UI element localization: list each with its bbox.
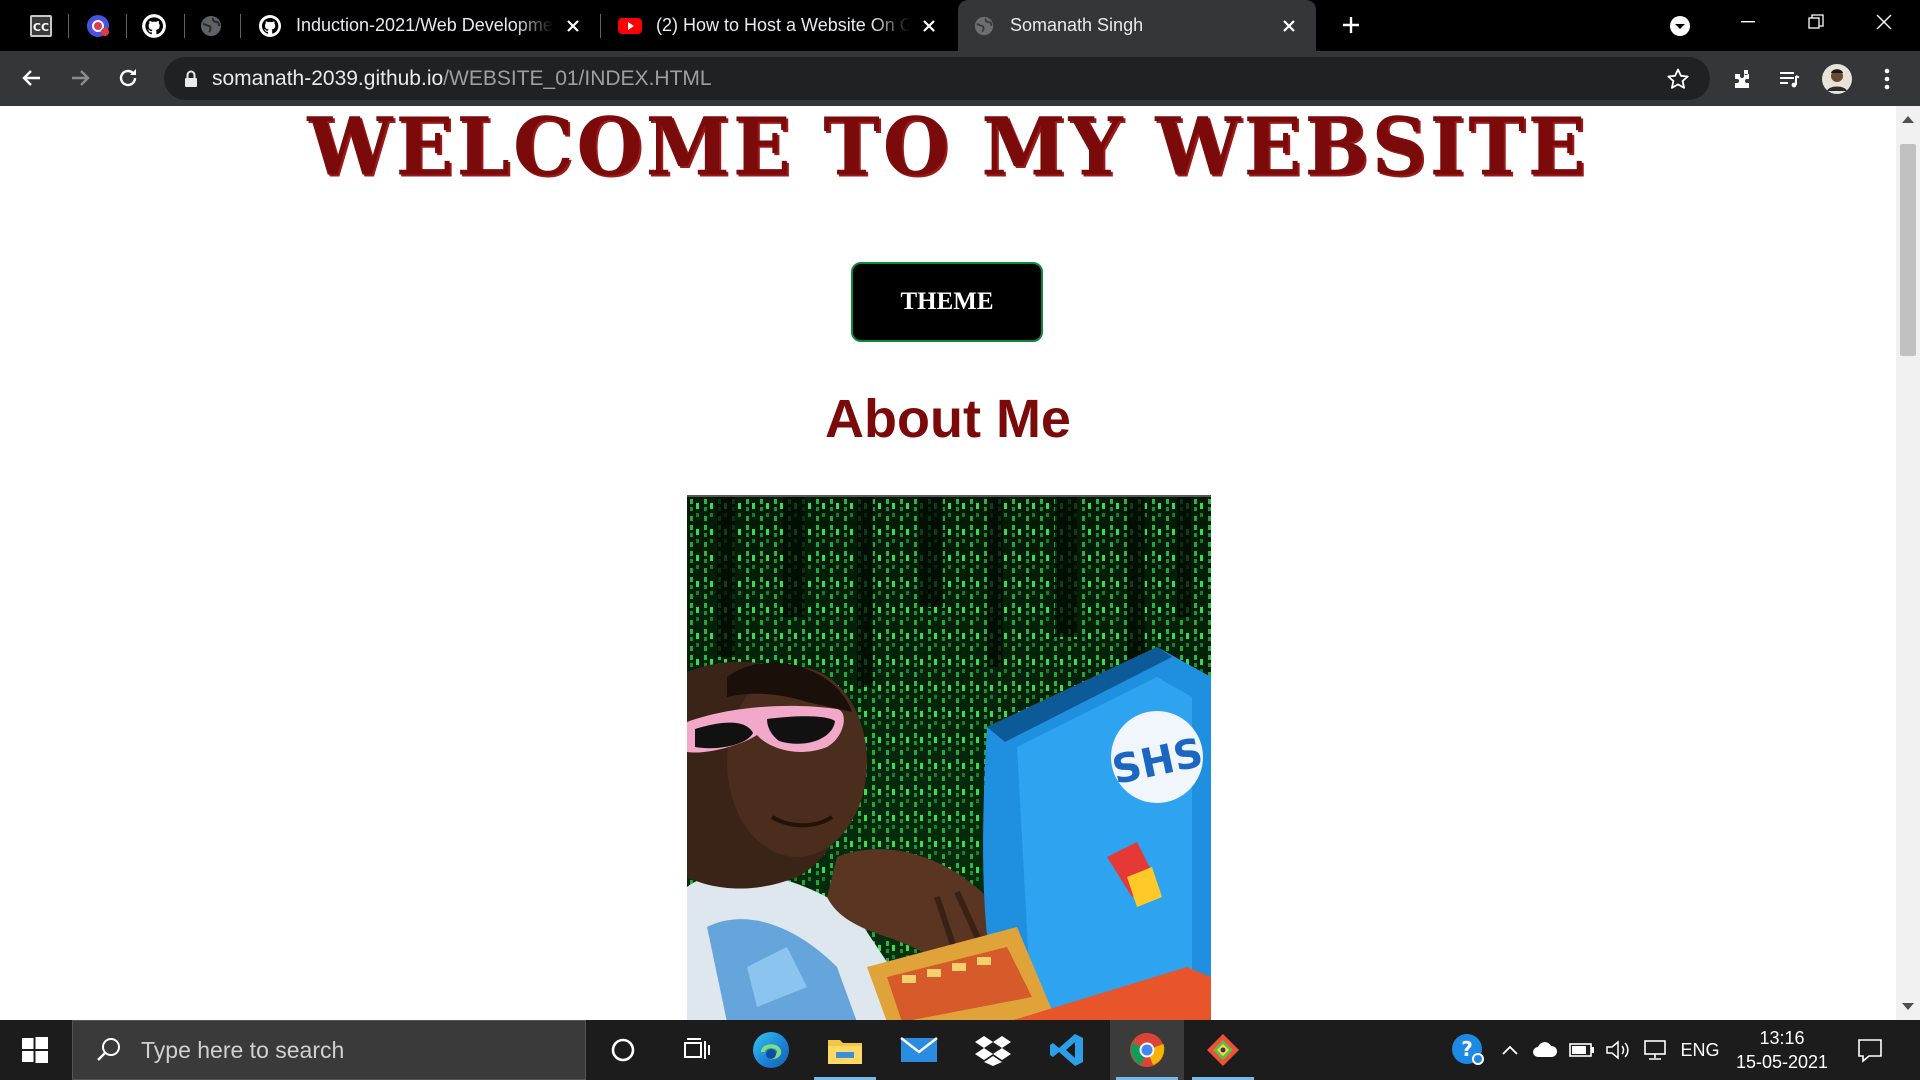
tab-induction[interactable]: Induction-2021/Web Developme	[244, 0, 600, 51]
extensions-icon[interactable]	[1726, 62, 1760, 96]
tab-strip: CC Induction-2021/Web Developme (2) How …	[0, 0, 1920, 51]
cortana-icon[interactable]	[586, 1020, 660, 1080]
scroll-down-arrow[interactable]	[1902, 1003, 1914, 1010]
close-icon[interactable]	[560, 13, 586, 39]
tab-title: Somanath Singh	[1010, 15, 1144, 35]
notifications-icon[interactable]	[1848, 1020, 1892, 1080]
tab-search-icon[interactable]	[1648, 4, 1712, 48]
restore-button[interactable]	[1784, 0, 1848, 44]
hacker-kid-image: SHS	[687, 497, 1211, 1020]
chevron-up-icon[interactable]	[1496, 1020, 1524, 1080]
clock-time: 13:16	[1759, 1028, 1805, 1048]
profile-avatar[interactable]	[1820, 62, 1854, 96]
media-queue-icon[interactable]	[1772, 62, 1806, 96]
system-clock[interactable]: 13:16 15-05-2021	[1732, 1026, 1832, 1074]
globe-icon[interactable]	[197, 12, 225, 40]
search-placeholder: Type here to search	[141, 1036, 345, 1063]
git-icon[interactable]	[1186, 1020, 1260, 1080]
chrome-icon[interactable]	[1110, 1020, 1184, 1080]
volume-icon[interactable]	[1602, 1020, 1634, 1080]
network-icon[interactable]	[1638, 1020, 1672, 1080]
cc-icon[interactable]: CC	[27, 12, 55, 40]
edge-icon[interactable]	[734, 1020, 808, 1080]
reload-button[interactable]	[110, 60, 146, 96]
url-text[interactable]: somanath-2039.github.io/WEBSITE_01/INDEX…	[212, 67, 712, 91]
help-icon[interactable]: ?	[1446, 1020, 1490, 1080]
svg-text:CC: CC	[33, 21, 49, 34]
back-button[interactable]	[14, 60, 50, 96]
close-icon[interactable]	[1276, 13, 1302, 39]
forward-button[interactable]	[62, 60, 98, 96]
scroll-thumb[interactable]	[1900, 144, 1916, 356]
tab-title: Induction-2021/Web Developme	[296, 15, 553, 35]
url-path: /WEBSITE_01/INDEX.HTML	[443, 66, 712, 90]
language-indicator[interactable]: ENG	[1678, 1020, 1722, 1080]
taskbar-search-box[interactable]: Type here to search	[72, 1020, 586, 1080]
scroll-up-arrow[interactable]	[1902, 116, 1914, 123]
globe-icon	[972, 14, 996, 38]
close-icon[interactable]	[916, 13, 942, 39]
windows-taskbar: Type here to search ? ENG 13:16 15-05-20…	[0, 1020, 1920, 1080]
tab-somanath-singh[interactable]: Somanath Singh	[958, 0, 1316, 51]
address-bar[interactable]: somanath-2039.github.io/WEBSITE_01/INDEX…	[164, 57, 1710, 100]
dropbox-icon[interactable]	[956, 1020, 1030, 1080]
task-view-icon[interactable]	[660, 1020, 734, 1080]
tab-title: (2) How to Host a Website On Git	[656, 15, 910, 35]
welcome-heading: WELCOME TO MY WEBSITE	[307, 106, 1589, 194]
onedrive-icon[interactable]	[1528, 1020, 1562, 1080]
tab-youtube[interactable]: (2) How to Host a Website On Git	[604, 0, 956, 51]
clock-date: 15-05-2021	[1735, 1052, 1829, 1072]
svg-text:?: ?	[1461, 1037, 1473, 1061]
start-button[interactable]	[0, 1020, 70, 1080]
lock-icon[interactable]	[182, 70, 200, 88]
bookmark-star-icon[interactable]	[1666, 67, 1690, 91]
github-icon	[258, 14, 282, 38]
search-icon	[97, 1038, 120, 1061]
chrome-extension-icon[interactable]	[84, 12, 112, 40]
page-scrollbar[interactable]	[1896, 106, 1920, 1020]
theme-button[interactable]: THEME	[851, 262, 1043, 342]
youtube-icon	[618, 14, 642, 38]
minimize-button[interactable]	[1716, 0, 1780, 44]
url-host: somanath-2039.github.io	[212, 66, 444, 90]
windows-icon	[22, 1037, 48, 1063]
menu-kebab-icon[interactable]	[1870, 62, 1904, 96]
browser-toolbar: somanath-2039.github.io/WEBSITE_01/INDEX…	[0, 51, 1920, 106]
mail-icon[interactable]	[882, 1020, 956, 1080]
new-tab-button[interactable]	[1336, 10, 1366, 40]
about-me-heading: About Me	[825, 389, 1071, 449]
github-icon[interactable]	[140, 12, 168, 40]
file-explorer-icon[interactable]	[808, 1020, 882, 1080]
battery-icon[interactable]	[1566, 1020, 1598, 1080]
close-window-button[interactable]	[1852, 0, 1916, 44]
vscode-icon[interactable]	[1030, 1020, 1104, 1080]
profile-photo: SHS	[687, 495, 1211, 1020]
page-viewport: WELCOME TO MY WEBSITE THEME About Me SHS	[0, 106, 1896, 1020]
